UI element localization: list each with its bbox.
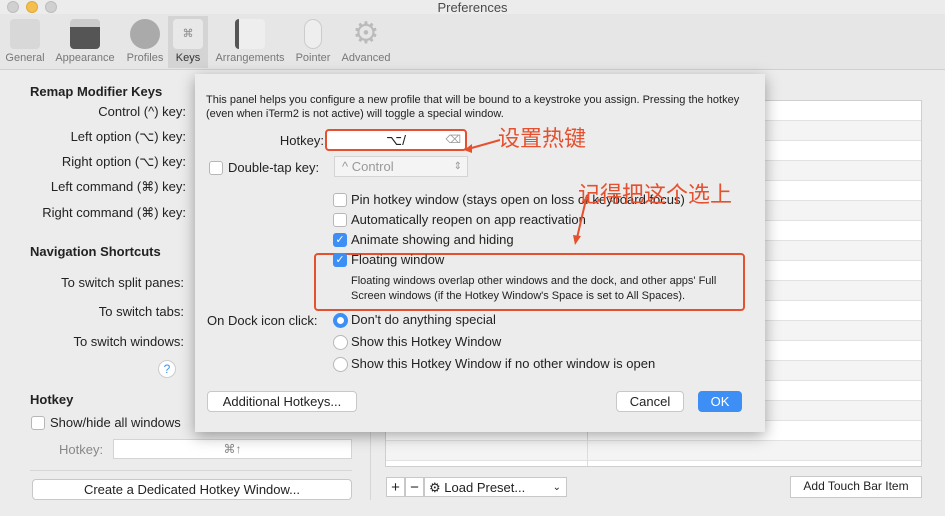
- profiles-icon: [130, 19, 160, 49]
- load-preset-dropdown[interactable]: ⚙ Load Preset... ⌄: [424, 477, 567, 497]
- dock-radio-show[interactable]: [333, 335, 348, 350]
- show-hide-label: Show/hide all windows: [50, 415, 181, 430]
- double-tap-value: ^ Control: [342, 159, 394, 174]
- general-icon: [10, 19, 40, 49]
- show-hide-checkbox[interactable]: [31, 416, 45, 430]
- dock-radio-show-if-none[interactable]: [333, 357, 348, 372]
- tab-general[interactable]: General: [2, 16, 48, 68]
- tab-label: Profiles: [126, 52, 164, 64]
- gear-icon: ⚙: [429, 480, 441, 495]
- dock-radio-nothing[interactable]: [333, 313, 348, 328]
- chevron-down-icon: ⌄: [552, 482, 561, 493]
- tab-label: General: [5, 52, 45, 64]
- annotation-arrows: [464, 139, 588, 245]
- tab-label: Pointer: [295, 52, 331, 64]
- remove-button[interactable]: −: [405, 477, 424, 497]
- nav-label: To switch tabs:: [98, 304, 184, 319]
- additional-hotkeys-button[interactable]: Additional Hotkeys...: [207, 391, 357, 412]
- gear-icon: ⚙: [352, 17, 380, 50]
- remap-label: Control (^) key:: [98, 104, 186, 119]
- hotkey-value: ⌥/: [385, 132, 407, 148]
- option-label: Floating window: [351, 252, 445, 267]
- remap-header: Remap Modifier Keys: [30, 84, 163, 99]
- dock-option-label: Show this Hotkey Window if no other wind…: [351, 356, 656, 371]
- double-tap-label: Double-tap key:: [228, 160, 320, 175]
- window-title: Preferences: [437, 0, 508, 15]
- hotkey-label: Hotkey:: [279, 133, 324, 148]
- tab-arrangements[interactable]: Arrangements: [212, 16, 288, 68]
- load-preset-label: Load Preset...: [444, 480, 526, 495]
- hotkey-field[interactable]: ⌘↑: [113, 439, 352, 459]
- keys-icon: ⌘: [173, 19, 203, 49]
- tab-advanced[interactable]: ⚙ Advanced: [338, 16, 394, 68]
- nav-label: To switch windows:: [73, 334, 184, 349]
- tab-label: Advanced: [341, 52, 391, 64]
- zoom-button[interactable]: [45, 1, 57, 13]
- annotation-set-hotkey: 设置热键: [498, 126, 587, 151]
- close-button[interactable]: [7, 1, 19, 13]
- hotkey-field[interactable]: ⌥/ ⌫: [325, 129, 467, 151]
- remap-label: Left command (⌘) key:: [50, 179, 186, 194]
- auto-reopen-checkbox[interactable]: [333, 213, 347, 227]
- tab-keys[interactable]: ⌘ Keys: [168, 16, 208, 68]
- double-tap-select[interactable]: ^ Control ⇕: [334, 156, 468, 177]
- pointer-icon: [304, 19, 322, 49]
- hotkey-label: Hotkey:: [59, 442, 104, 457]
- tab-pointer[interactable]: Pointer: [292, 16, 334, 68]
- hotkey-header: Hotkey: [30, 392, 74, 407]
- tab-profiles[interactable]: Profiles: [122, 16, 168, 68]
- tab-label: Keys: [175, 52, 201, 64]
- dock-label: On Dock icon click:: [207, 313, 318, 328]
- dock-option-label: Show this Hotkey Window: [351, 334, 502, 349]
- pin-hotkey-checkbox[interactable]: [333, 193, 347, 207]
- animate-checkbox[interactable]: ✓: [333, 233, 347, 247]
- add-button[interactable]: +: [386, 477, 405, 497]
- floating-note: Floating windows overlap other windows a…: [351, 275, 717, 302]
- tab-appearance[interactable]: Appearance: [52, 16, 118, 68]
- nav-label: To switch split panes:: [61, 275, 184, 290]
- appearance-icon: [70, 19, 100, 49]
- dock-option-label: Don't do anything special: [351, 312, 496, 327]
- cancel-button[interactable]: Cancel: [616, 391, 684, 412]
- tab-label: Appearance: [55, 52, 115, 64]
- double-tap-checkbox[interactable]: [209, 161, 223, 175]
- remap-label: Left option (⌥) key:: [70, 129, 186, 144]
- minimize-button[interactable]: [26, 1, 38, 13]
- tab-label: Arrangements: [215, 52, 285, 64]
- help-icon[interactable]: ?: [158, 360, 176, 378]
- annotation-check-this: 记得把这个选上: [578, 182, 733, 207]
- remap-label: Right command (⌘) key:: [42, 205, 186, 220]
- sheet-description: This panel helps you configure a new pro…: [206, 94, 740, 120]
- nav-header: Navigation Shortcuts: [30, 244, 161, 259]
- create-hotkey-window-button[interactable]: Create a Dedicated Hotkey Window...: [32, 479, 352, 500]
- divider: [30, 470, 352, 471]
- remap-label: Right option (⌥) key:: [61, 154, 186, 169]
- floating-window-checkbox[interactable]: ✓: [333, 253, 347, 267]
- clear-icon[interactable]: ⌫: [445, 131, 461, 149]
- add-touch-bar-item-button[interactable]: Add Touch Bar Item: [790, 476, 922, 498]
- ok-button[interactable]: OK: [698, 391, 742, 412]
- arrangements-icon: [235, 19, 265, 49]
